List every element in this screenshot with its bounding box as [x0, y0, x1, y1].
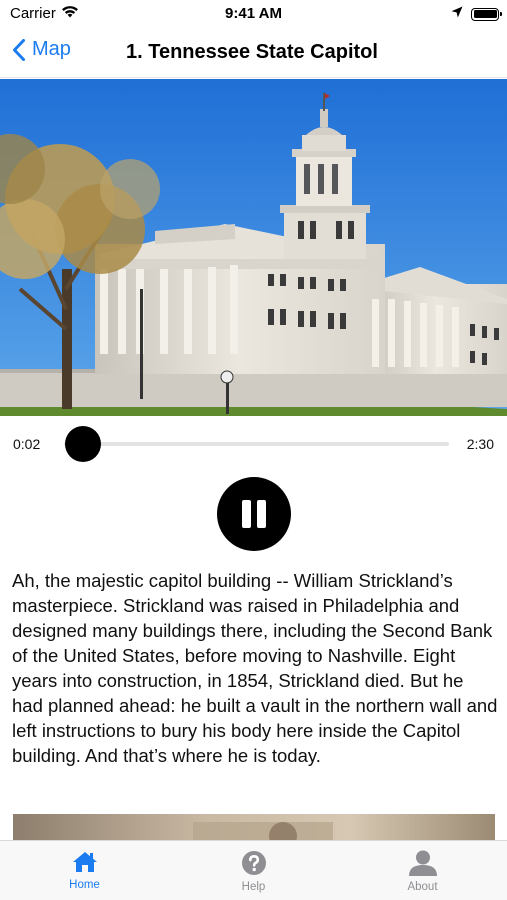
stop-description: Ah, the majestic capitol building -- Wil…	[12, 570, 498, 766]
total-time-label: 2:30	[466, 436, 494, 452]
tab-home[interactable]: Home	[0, 841, 169, 900]
current-time-label: 0:02	[13, 436, 41, 452]
tab-help[interactable]: Help	[169, 841, 338, 900]
home-icon	[71, 850, 99, 874]
progress-thumb[interactable]	[65, 426, 101, 462]
pause-button[interactable]	[217, 477, 291, 551]
progress-track[interactable]	[64, 442, 449, 446]
status-right	[451, 5, 502, 23]
tab-about[interactable]: About	[338, 841, 507, 900]
back-label: Map	[32, 38, 71, 60]
tab-about-label: About	[407, 881, 438, 893]
chevron-left-icon	[12, 38, 26, 61]
battery-icon	[471, 7, 502, 21]
help-icon	[241, 850, 267, 876]
person-icon	[408, 850, 438, 876]
tab-home-label: Home	[69, 879, 100, 891]
location-arrow-icon	[451, 5, 463, 23]
navigation-bar: Map 1. Tennessee State Capitol	[0, 28, 507, 78]
tab-help-label: Help	[241, 881, 266, 893]
page-title: 1. Tennessee State Capitol	[126, 41, 378, 63]
tab-bar: Home Help About	[0, 840, 507, 900]
capitol-photo	[0, 79, 507, 416]
status-bar: Carrier 9:41 AM	[0, 0, 507, 28]
back-button[interactable]: Map	[12, 38, 71, 61]
status-time: 9:41 AM	[225, 5, 282, 22]
next-stop-photo	[13, 814, 495, 842]
